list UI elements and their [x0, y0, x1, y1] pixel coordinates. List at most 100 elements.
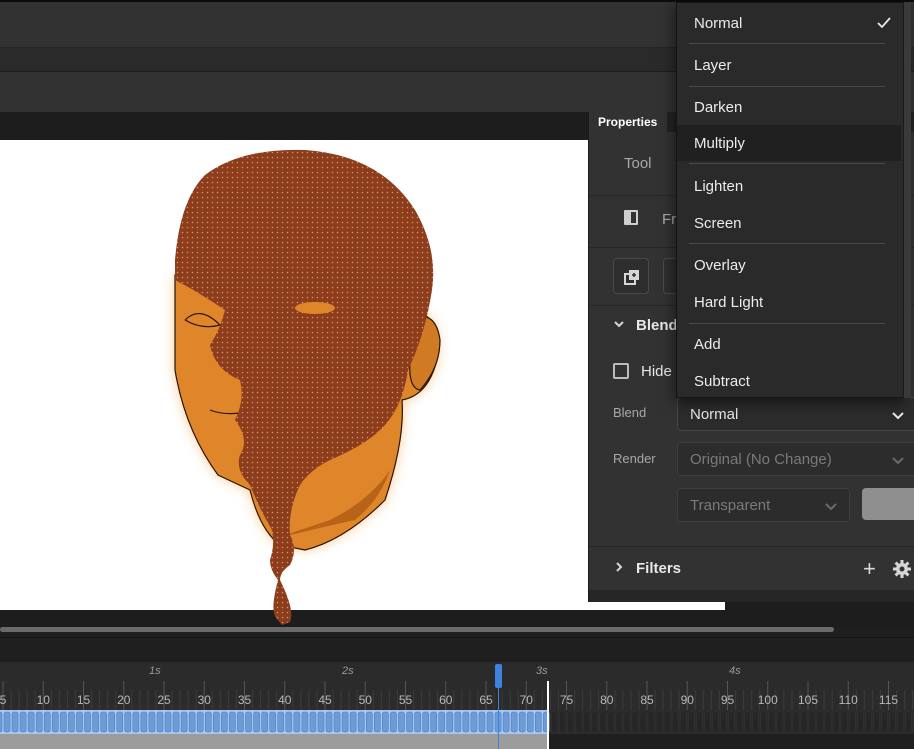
- blend-option-screen[interactable]: Screen: [677, 205, 901, 241]
- frame-cell: [277, 711, 285, 733]
- plus-icon[interactable]: +: [863, 558, 876, 580]
- timeline-frame-number: 80: [600, 693, 614, 707]
- render-label: Render: [613, 451, 656, 466]
- break-apart-button[interactable]: [613, 258, 649, 294]
- frame-cell: [800, 711, 808, 733]
- blend-option-overlay[interactable]: Overlay: [677, 247, 901, 283]
- blend-option-hard-light[interactable]: Hard Light: [677, 284, 901, 320]
- frame-cell: [19, 711, 27, 733]
- timeline-second-label: 1s: [149, 665, 161, 677]
- timeline-frame-number: 90: [680, 693, 694, 707]
- timeline-frame-number: 55: [398, 693, 413, 707]
- frame-cell: [293, 711, 301, 733]
- frame-cell: [639, 711, 647, 733]
- frame-cell: [43, 711, 51, 733]
- frame-cell: [3, 711, 11, 733]
- filters-section-header[interactable]: Filters +: [589, 546, 914, 590]
- frame-cell: [454, 711, 462, 733]
- blend-option-subtract[interactable]: Subtract: [677, 363, 901, 399]
- frame-cell: [720, 711, 727, 733]
- frame-cell: [881, 711, 888, 733]
- frame-cell: [655, 711, 663, 733]
- frame-cell: [357, 711, 365, 733]
- frame-cell: [607, 711, 615, 733]
- blend-select[interactable]: Normal: [677, 397, 914, 431]
- frame-cell: [575, 711, 582, 733]
- frame-cell: [373, 711, 381, 733]
- frame-cell: [615, 711, 623, 733]
- frame-cell: [873, 711, 880, 733]
- blending-section-title: Blend: [636, 317, 678, 334]
- eye-right-socket: [295, 302, 335, 314]
- panel-footer: [589, 590, 914, 602]
- frame-cell: [172, 711, 180, 733]
- artwork-face[interactable]: [140, 140, 470, 625]
- blend-option-add[interactable]: Add: [677, 326, 901, 362]
- playhead-line: [498, 688, 499, 749]
- frame-cell: [229, 711, 236, 733]
- frame-cell: [261, 711, 268, 733]
- frame-cell: [792, 711, 800, 733]
- frame-cell: [164, 711, 172, 733]
- frame-cell: [301, 711, 309, 733]
- frame-cell: [430, 711, 437, 733]
- frame-cell: [848, 711, 856, 733]
- tab-properties[interactable]: Properties: [589, 112, 667, 132]
- tool-label[interactable]: Tool: [624, 155, 652, 172]
- blend-option-normal[interactable]: Normal: [677, 5, 901, 41]
- timeline-second-label: 4s: [729, 665, 741, 677]
- frame-cell: [140, 711, 148, 733]
- frame-cell: [156, 711, 164, 733]
- frame-cell: [559, 711, 566, 733]
- blend-option-darken[interactable]: Darken: [677, 89, 901, 125]
- blend-option-multiply[interactable]: Multiply: [677, 125, 901, 161]
- frame-cell: [478, 711, 486, 733]
- frame-cell: [398, 711, 405, 733]
- blend-select-value: Normal: [690, 406, 739, 423]
- frame-cell: [856, 711, 864, 733]
- playhead-handle[interactable]: [495, 664, 502, 688]
- frame-cell: [599, 711, 607, 733]
- frame-cell: [325, 711, 333, 733]
- frame-cell: [11, 711, 19, 733]
- gear-icon[interactable]: [892, 559, 912, 579]
- frame-cell: [317, 711, 325, 733]
- timeline-frame-number: 15: [76, 693, 91, 707]
- frame-cell: [414, 711, 421, 733]
- hide-checkbox[interactable]: [613, 363, 629, 379]
- frame-cell: [808, 711, 816, 733]
- frame-cell: [526, 711, 534, 733]
- blend-option-layer[interactable]: Layer: [677, 47, 901, 83]
- frame-cell: [309, 711, 317, 733]
- frame-cell: [365, 711, 373, 733]
- background-select[interactable]: Transparent: [677, 488, 850, 522]
- blend-option-lighten[interactable]: Lighten: [677, 168, 901, 204]
- frame-cell: [889, 711, 896, 733]
- timeline-frame-number: 75: [559, 693, 574, 707]
- frame-cell: [897, 711, 904, 733]
- timeline-frame-number: 50: [358, 693, 372, 707]
- timeline-frame-number: 65: [479, 693, 493, 707]
- frame-cell: [695, 711, 703, 733]
- dropdown-scrollbar[interactable]: [903, 2, 911, 398]
- frame-cell: [100, 711, 107, 733]
- background-color-swatch[interactable]: [862, 488, 914, 520]
- chevron-down-icon: [892, 412, 904, 420]
- render-select-value: Original (No Change): [690, 451, 832, 468]
- break-apart-icon: [624, 270, 639, 285]
- background-select-value: Transparent: [690, 497, 771, 514]
- stage-horizontal-scrollbar[interactable]: [0, 627, 834, 632]
- timeline-frame-number: 40: [278, 693, 292, 707]
- frame-cell: [583, 711, 590, 733]
- timeline-frame-number: 110: [838, 693, 858, 707]
- end-frame-marker: [547, 681, 549, 749]
- render-select[interactable]: Original (No Change): [677, 442, 914, 476]
- frame-cell: [470, 711, 478, 733]
- frame-cell: [285, 711, 293, 733]
- frame-cell: [623, 711, 631, 733]
- frame-cell: [728, 711, 735, 733]
- frame-cell: [510, 711, 518, 733]
- timeline-frame-number: 60: [439, 693, 453, 707]
- frame-cell: [591, 711, 599, 733]
- frame-cell: [679, 711, 687, 733]
